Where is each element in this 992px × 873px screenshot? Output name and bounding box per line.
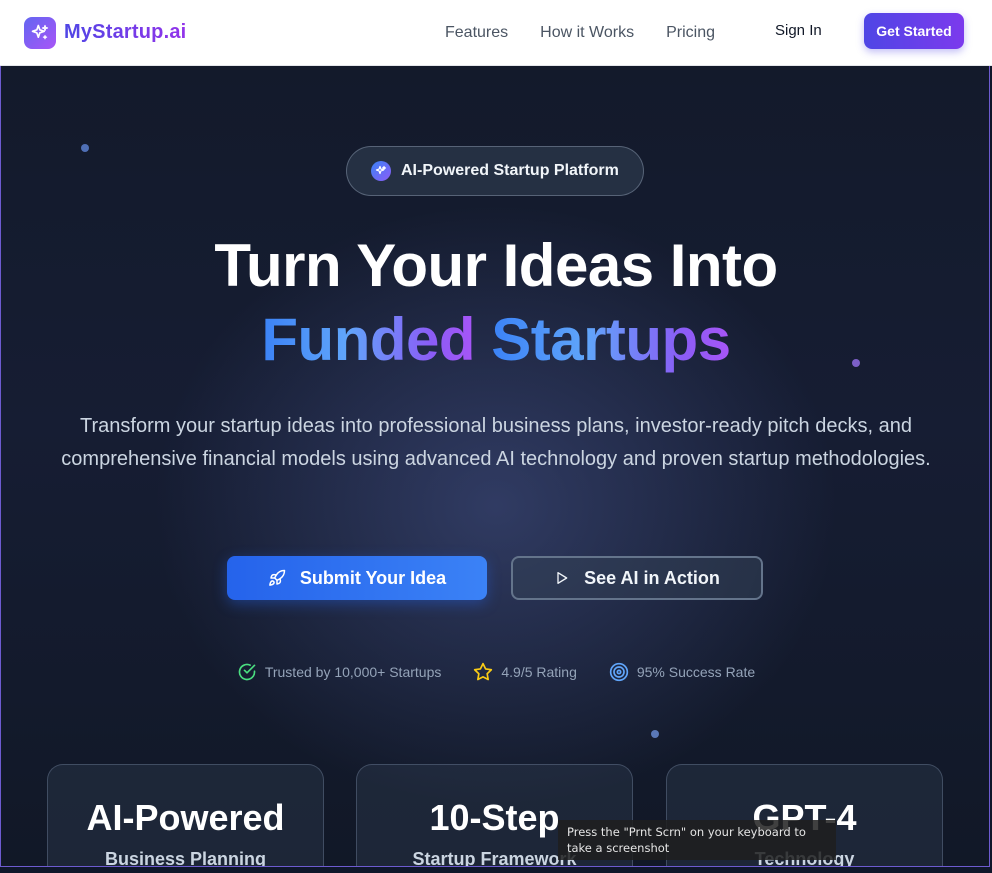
- decorative-dot: [651, 730, 659, 738]
- target-icon: [609, 662, 629, 682]
- hero-section: AI-Powered Startup Platform Turn Your Id…: [0, 66, 990, 867]
- rocket-icon: [268, 569, 286, 586]
- badge-label: AI-Powered Startup Platform: [401, 162, 619, 179]
- card-subtitle: Business Planning: [104, 849, 267, 867]
- brand-name: MyStartup.ai: [64, 21, 187, 43]
- stat-rating: 4.9/5 Rating: [473, 662, 577, 682]
- submit-idea-button[interactable]: Submit Your Idea: [227, 556, 487, 600]
- platform-badge: AI-Powered Startup Platform: [346, 146, 644, 196]
- star-icon: [474, 662, 493, 681]
- sign-in-link[interactable]: Sign In: [775, 22, 822, 39]
- feature-card-ai-powered: AI-Powered Business Planning: [47, 764, 324, 867]
- stat-success: 95% Success Rate: [609, 662, 755, 682]
- nav-link-features[interactable]: Features: [445, 24, 508, 42]
- card-title: AI-Powered: [86, 797, 285, 838]
- get-started-button[interactable]: Get Started: [864, 13, 964, 49]
- nav-link-pricing[interactable]: Pricing: [666, 24, 715, 42]
- brand-logo[interactable]: MyStartup.ai: [24, 16, 187, 49]
- headline-word-funded: Funded: [261, 306, 476, 373]
- hero-headline-highlight: Funded Startups: [1, 304, 989, 376]
- stat-label: 95% Success Rate: [636, 664, 756, 680]
- hero-headline: Turn Your Ideas Into: [214, 232, 778, 299]
- see-ai-label: See AI in Action: [584, 567, 720, 588]
- decorative-dot: [81, 144, 89, 152]
- stat-label: Trusted by 10,000+ Startups: [264, 664, 442, 680]
- top-navbar: MyStartup.ai Features How it Works Prici…: [0, 0, 992, 66]
- sparkles-icon: [24, 16, 56, 49]
- check-circle-icon: [238, 663, 256, 681]
- play-icon: [557, 572, 568, 584]
- screenshot-tooltip: Press the "Prnt Scrn" on your keyboard t…: [558, 820, 836, 860]
- stat-label: 4.9/5 Rating: [501, 664, 577, 680]
- nav-links: Features How it Works Pricing: [445, 0, 747, 66]
- sparkles-icon: [371, 161, 391, 181]
- headline-word-startups: Startups: [491, 306, 731, 373]
- submit-idea-label: Submit Your Idea: [299, 567, 447, 588]
- hero-subtitle: Transform your startup ideas into profes…: [61, 415, 931, 470]
- trust-stats: Trusted by 10,000+ Startups 4.9/5 Rating…: [1, 662, 989, 682]
- stat-trusted: Trusted by 10,000+ Startups: [237, 662, 442, 682]
- nav-link-how-it-works[interactable]: How it Works: [540, 24, 634, 42]
- see-ai-in-action-button[interactable]: See AI in Action: [511, 556, 763, 600]
